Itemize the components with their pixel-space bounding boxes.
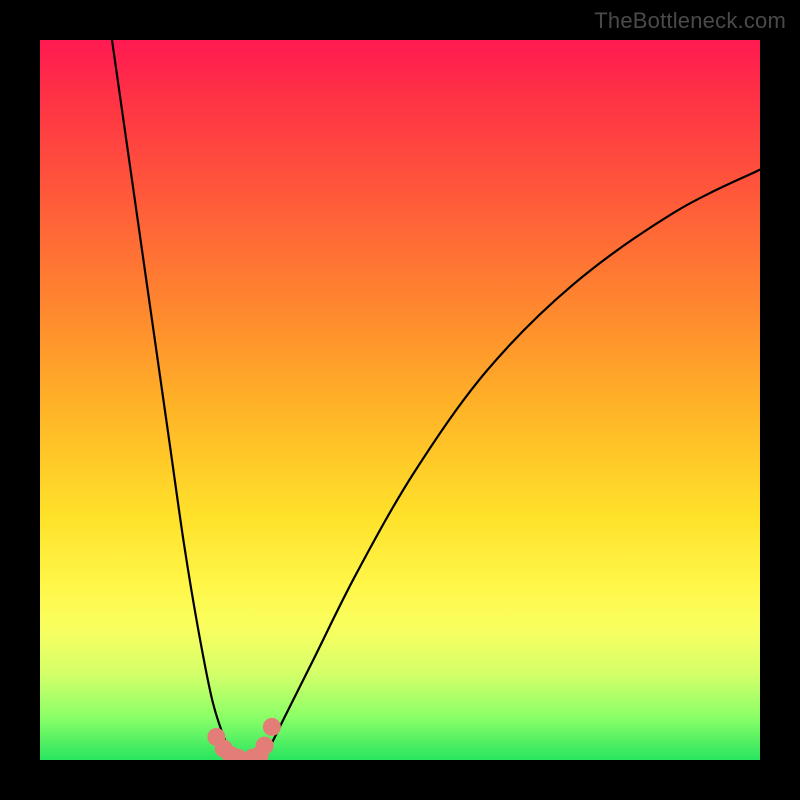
trough-marker-dot <box>263 718 281 736</box>
trough-marker-dot <box>256 737 274 755</box>
curve-svg <box>40 40 760 760</box>
bottleneck-curve <box>112 40 760 760</box>
attribution-watermark: TheBottleneck.com <box>594 8 786 34</box>
chart-canvas: TheBottleneck.com <box>0 0 800 800</box>
plot-area <box>40 40 760 760</box>
